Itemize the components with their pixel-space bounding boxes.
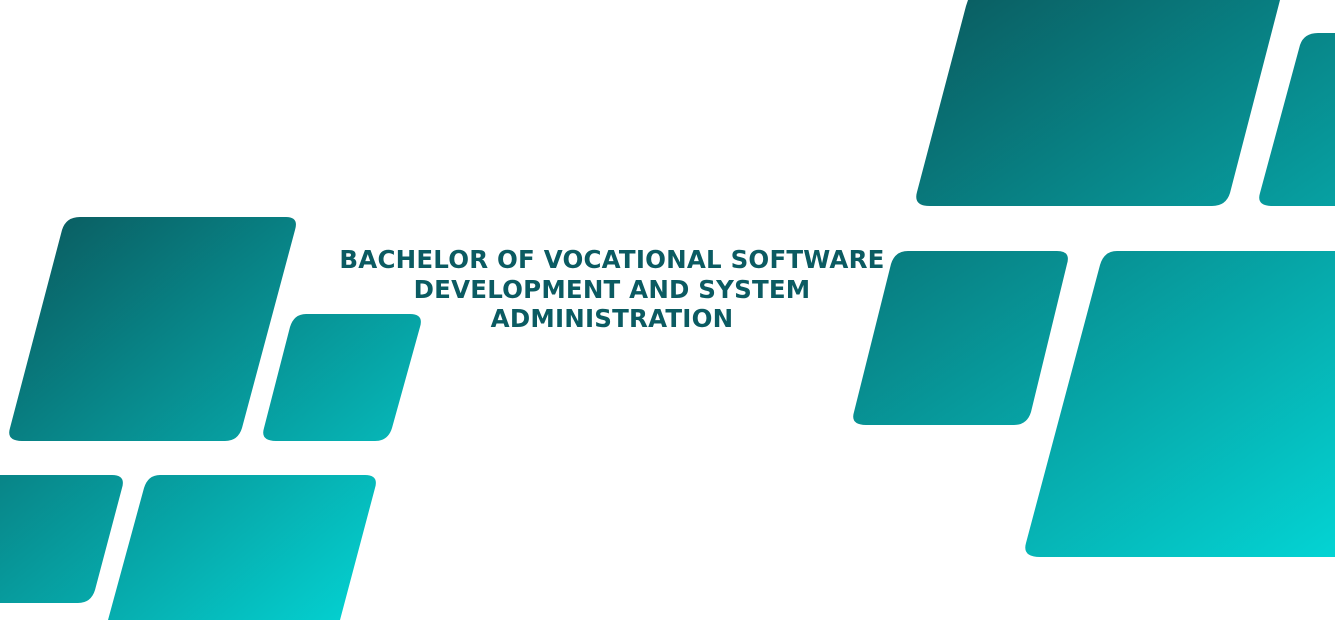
banner-title-line: ADMINISTRATION [490,304,734,333]
banner-title: BACHELOR OF VOCATIONAL SOFTWARE DEVELOPM… [312,245,912,334]
banner-title-line: BACHELOR OF VOCATIONAL SOFTWARE [339,245,885,274]
parallelogram-shape [1259,33,1335,206]
banner-title-line: DEVELOPMENT AND SYSTEM [413,274,811,304]
parallelogram-shape [9,217,296,441]
parallelogram-shape [0,475,123,603]
parallelogram-shape [916,0,1280,206]
parallelogram-shape [108,475,376,620]
parallelogram-shape [1025,251,1335,557]
banner: BACHELOR OF VOCATIONAL SOFTWARE DEVELOPM… [0,0,1335,620]
